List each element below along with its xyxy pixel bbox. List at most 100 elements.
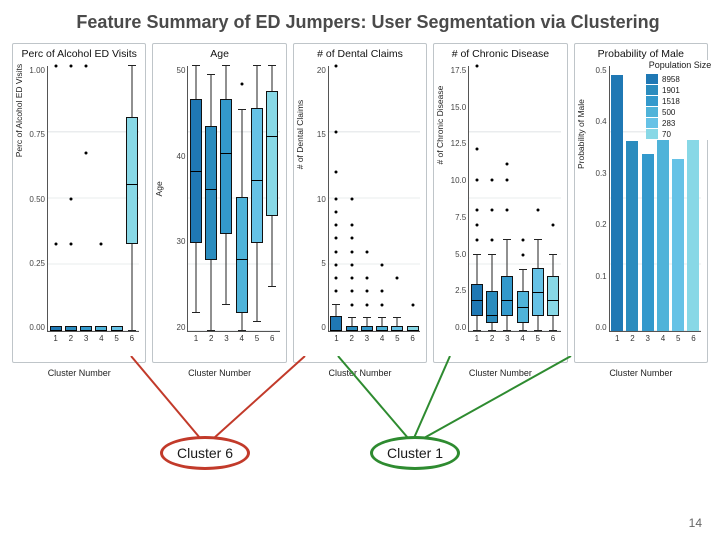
x-tick: 3 bbox=[505, 334, 509, 343]
outlier-point bbox=[69, 242, 72, 245]
legend-items: 89581901151850028370 bbox=[646, 74, 714, 139]
outlier-point bbox=[335, 224, 338, 227]
y-axis-label: # of Chronic Disease bbox=[435, 86, 445, 165]
y-tick: 2.5 bbox=[436, 286, 466, 295]
boxplot-box bbox=[330, 66, 342, 331]
legend-swatch bbox=[646, 107, 658, 117]
legend-swatch bbox=[646, 129, 658, 139]
bar bbox=[611, 75, 623, 331]
x-tick: 1 bbox=[615, 334, 619, 343]
outlier-point bbox=[411, 303, 414, 306]
outlier-point bbox=[475, 65, 478, 68]
x-tick: 5 bbox=[395, 334, 399, 343]
outlier-point bbox=[350, 290, 353, 293]
legend-row: 8958 bbox=[646, 74, 714, 84]
outlier-point bbox=[335, 210, 338, 213]
x-tick: 3 bbox=[645, 334, 649, 343]
bar bbox=[672, 159, 684, 331]
legend-label: 283 bbox=[662, 119, 675, 128]
boxplot-box bbox=[486, 66, 498, 331]
plot-area: 123456 bbox=[187, 66, 279, 332]
callout-cluster-1: Cluster 1 bbox=[370, 436, 460, 470]
y-tick: 5.0 bbox=[436, 250, 466, 259]
boxplot-box bbox=[251, 66, 263, 331]
legend-title: Population Size bbox=[646, 60, 714, 70]
x-tick: 6 bbox=[551, 334, 555, 343]
outlier-point bbox=[85, 152, 88, 155]
x-tick: 5 bbox=[255, 334, 259, 343]
boxplot-box bbox=[471, 66, 483, 331]
x-tick: 5 bbox=[114, 334, 118, 343]
legend-label: 1518 bbox=[662, 97, 680, 106]
boxplot-box bbox=[95, 66, 107, 331]
outlier-point bbox=[506, 178, 509, 181]
y-tick: 50 bbox=[155, 66, 185, 75]
plot-area: 123456 bbox=[468, 66, 560, 332]
legend-row: 283 bbox=[646, 118, 714, 128]
legend-row: 500 bbox=[646, 107, 714, 117]
boxplot-box bbox=[361, 66, 373, 331]
y-tick: 17.5 bbox=[436, 66, 466, 75]
x-tick: 3 bbox=[84, 334, 88, 343]
callouts: Cluster 6 Cluster 1 bbox=[0, 356, 720, 506]
panel-title: # of Chronic Disease bbox=[434, 44, 566, 62]
boxplot-box bbox=[126, 66, 138, 331]
outlier-point bbox=[54, 242, 57, 245]
callout-cluster-6: Cluster 6 bbox=[160, 436, 250, 470]
outlier-point bbox=[552, 224, 555, 227]
bar bbox=[642, 154, 654, 331]
outlier-point bbox=[491, 239, 494, 242]
outlier-point bbox=[335, 250, 338, 253]
outlier-point bbox=[350, 224, 353, 227]
outlier-point bbox=[521, 239, 524, 242]
legend-label: 8958 bbox=[662, 75, 680, 84]
y-tick: 0.0 bbox=[436, 323, 466, 332]
legend-label: 1901 bbox=[662, 86, 680, 95]
outlier-point bbox=[335, 171, 338, 174]
legend-label: 500 bbox=[662, 108, 675, 117]
y-tick: 10.0 bbox=[436, 176, 466, 185]
x-tick: 1 bbox=[334, 334, 338, 343]
boxplot-box bbox=[517, 66, 529, 331]
outlier-point bbox=[350, 237, 353, 240]
x-tick: 4 bbox=[240, 334, 244, 343]
outlier-point bbox=[365, 277, 368, 280]
boxplot-box bbox=[346, 66, 358, 331]
boxplot-box bbox=[236, 66, 248, 331]
outlier-point bbox=[335, 131, 338, 134]
chart-panel: # of Dental Claims# of Dental Claims2015… bbox=[293, 43, 427, 363]
y-axis-label: Perc of Alcohol ED Visits bbox=[14, 64, 24, 157]
x-tick: 5 bbox=[676, 334, 680, 343]
x-tick: 5 bbox=[536, 334, 540, 343]
boxplot-box bbox=[190, 66, 202, 331]
x-tick: 2 bbox=[349, 334, 353, 343]
outlier-point bbox=[506, 208, 509, 211]
outlier-point bbox=[491, 208, 494, 211]
x-tick: 2 bbox=[630, 334, 634, 343]
outlier-point bbox=[335, 237, 338, 240]
outlier-point bbox=[475, 178, 478, 181]
y-tick: 0.50 bbox=[15, 195, 45, 204]
plot-area: 123456 bbox=[328, 66, 420, 332]
outlier-point bbox=[475, 148, 478, 151]
outlier-point bbox=[521, 254, 524, 257]
panel-title: Age bbox=[153, 44, 285, 62]
legend-swatch bbox=[646, 74, 658, 84]
boxplot-box bbox=[205, 66, 217, 331]
y-tick: 40 bbox=[155, 152, 185, 161]
y-tick: 0.1 bbox=[577, 272, 607, 281]
y-tick: 5 bbox=[296, 259, 326, 268]
y-tick: 20 bbox=[155, 323, 185, 332]
outlier-point bbox=[335, 277, 338, 280]
outlier-point bbox=[85, 65, 88, 68]
charts-row: Perc of Alcohol ED Visits Perc of Alcohol… bbox=[0, 39, 720, 363]
panel-title: Perc of Alcohol ED Visits bbox=[13, 44, 145, 62]
plot-area: 123456 bbox=[47, 66, 139, 332]
y-tick: 0.00 bbox=[15, 323, 45, 332]
page-number: 14 bbox=[689, 516, 702, 530]
outlier-point bbox=[69, 197, 72, 200]
outlier-point bbox=[350, 263, 353, 266]
y-axis-label: # of Dental Claims bbox=[295, 100, 305, 169]
outlier-point bbox=[100, 242, 103, 245]
boxplot-box bbox=[501, 66, 513, 331]
